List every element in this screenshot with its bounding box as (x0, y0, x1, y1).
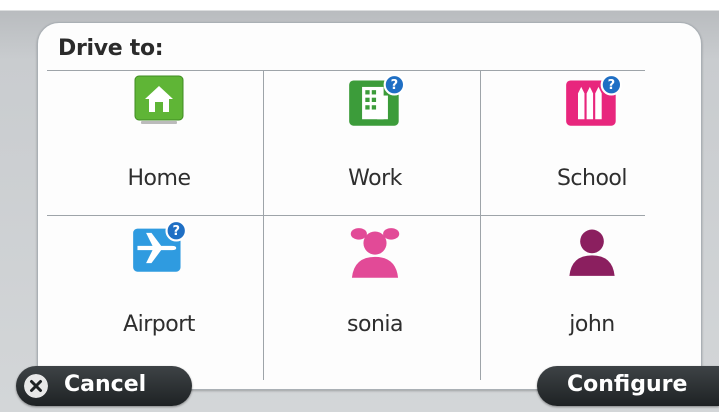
work-building-icon: ? (349, 74, 405, 126)
destination-home[interactable]: Home (51, 74, 267, 218)
destination-grid: Home ? Work ? School ? Airport sonia joh… (47, 70, 645, 382)
destination-airport-label: Airport (123, 312, 195, 337)
cancel-button[interactable]: Cancel (16, 366, 192, 406)
configure-label: Configure (567, 372, 688, 397)
destination-work-label: Work (348, 166, 402, 191)
airport-plane-icon: ? (133, 220, 187, 272)
school-pencils-icon: ? (566, 74, 622, 126)
cancel-label: Cancel (64, 372, 147, 397)
svg-text:?: ? (391, 78, 399, 93)
destination-school-label: School (556, 166, 628, 191)
destination-john-label: john (569, 312, 615, 337)
svg-text:?: ? (608, 78, 616, 93)
configure-button[interactable]: Configure (537, 366, 719, 406)
destination-work[interactable]: ? Work (267, 74, 483, 218)
destination-john[interactable]: john (484, 220, 700, 364)
svg-text:?: ? (172, 224, 180, 239)
destination-school[interactable]: ? School (484, 74, 700, 218)
home-icon (134, 75, 184, 124)
close-icon (24, 374, 48, 398)
destination-sonia[interactable]: sonia (267, 220, 483, 364)
destination-home-label: Home (127, 166, 191, 191)
destination-sonia-label: sonia (347, 312, 403, 337)
page-title: Drive to: (58, 36, 164, 61)
grid-divider-top (47, 70, 645, 71)
male-contact-icon (569, 229, 615, 276)
destination-airport[interactable]: ? Airport (51, 220, 267, 364)
female-contact-icon (350, 228, 400, 278)
